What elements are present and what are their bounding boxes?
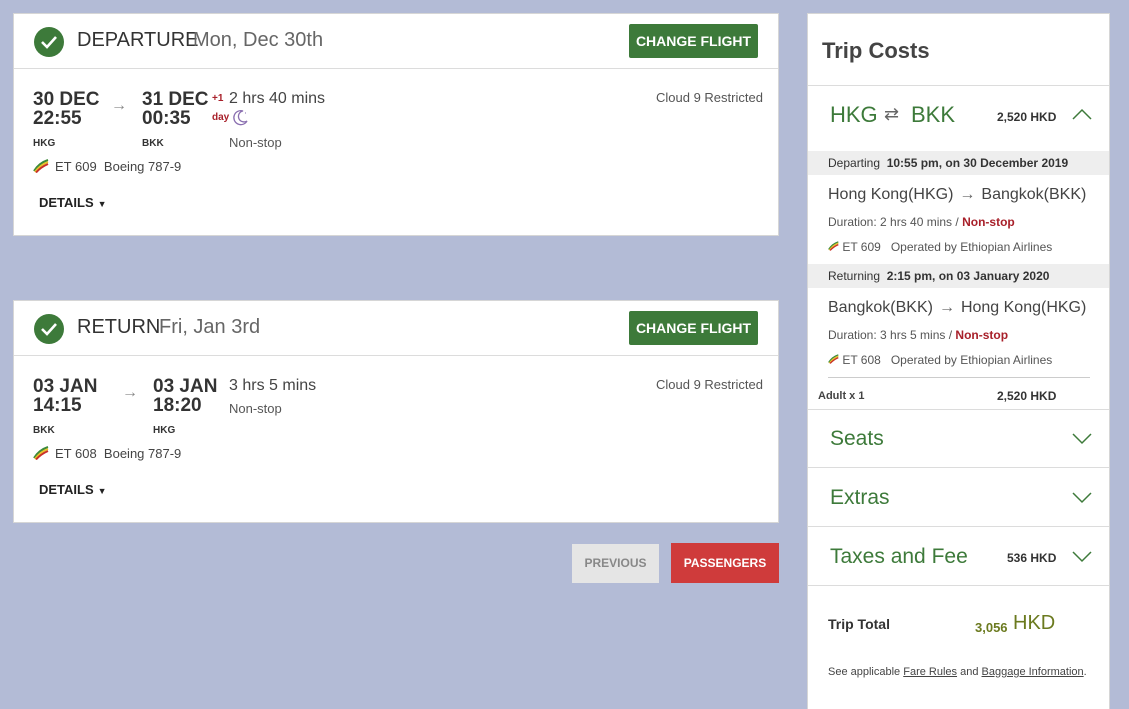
- returning-when: 2:15 pm, on 03 January 2020: [886, 269, 1050, 283]
- trip-total-label: Trip Total: [828, 616, 890, 632]
- divider: [808, 85, 1109, 86]
- outbound-leg: Hong Kong(HKG) → Bangkok(BKK): [828, 186, 1086, 204]
- adult-amount: 2,520 HKD: [997, 389, 1057, 403]
- return-dep-time: 14:15: [33, 395, 82, 416]
- outbound-stops: Non-stop: [962, 215, 1015, 229]
- departure-date: Mon, Dec 30th: [193, 29, 324, 51]
- return-arr-code: HKG: [153, 425, 176, 436]
- departure-dep-time: 22:55: [33, 108, 82, 129]
- trip-costs-panel: Trip Costs HKG ⇄ BKK 2,520 HKD Departing…: [807, 13, 1110, 709]
- route-amount: 2,520 HKD: [997, 110, 1057, 124]
- departing-label: Departing: [828, 156, 881, 170]
- divider: [808, 526, 1109, 527]
- adult-label: Adult x 1: [818, 390, 865, 402]
- arrow-right-icon: →: [111, 97, 127, 114]
- departure-flight-info: ET 609 Boeing 787-9: [33, 159, 181, 176]
- return-fare-class: Cloud 9 Restricted: [656, 377, 763, 392]
- trip-costs-title: Trip Costs: [822, 38, 930, 63]
- plus-day-number: +1: [212, 93, 224, 104]
- moon-icon: [232, 108, 250, 131]
- route-from: HKG: [830, 102, 878, 127]
- plus-day-label: day: [212, 112, 230, 123]
- divider: [828, 377, 1090, 378]
- departure-aircraft: Boeing 787-9: [103, 159, 182, 174]
- return-leg: Bangkok(BKK) → Hong Kong(HKG): [828, 299, 1086, 317]
- return-label: RETURN: [77, 316, 161, 338]
- return-flight-info: ET 608 Boeing 787-9: [33, 446, 181, 463]
- departing-band: Departing 10:55 pm, on 30 December 2019: [808, 151, 1109, 175]
- ret-from: Bangkok(BKK): [828, 299, 933, 316]
- departing-when: 10:55 pm, on 30 December 2019: [886, 156, 1069, 170]
- divider: [808, 409, 1109, 410]
- divider: [808, 585, 1109, 586]
- return-leg-flight: ET 608 Operated by Ethiopian Airlines: [828, 353, 1052, 367]
- caret-down-icon: ▼: [97, 199, 107, 209]
- fare-rules-link[interactable]: Fare Rules: [903, 666, 957, 678]
- return-arr-date: 03 JAN: [153, 376, 218, 397]
- departure-duration: 2 hrs 40 mins: [229, 90, 326, 107]
- previous-button[interactable]: PREVIOUS: [572, 544, 659, 583]
- chevron-up-icon: [1072, 108, 1092, 120]
- departure-arr-time: 00:35: [142, 108, 191, 129]
- return-header: RETURN Fri, Jan 3rd CHANGE FLIGHT: [14, 301, 778, 356]
- return-dep-code: BKK: [33, 425, 55, 436]
- outbound-flight: ET 609 Operated by Ethiopian Airlines: [828, 240, 1052, 254]
- route-to: BKK: [911, 102, 956, 127]
- departure-fare-class: Cloud 9 Restricted: [656, 90, 763, 105]
- airline-logo-icon: [33, 446, 49, 463]
- departure-header: DEPARTURE Mon, Dec 30th CHANGE FLIGHT: [14, 14, 778, 69]
- return-flight-number: ET 608: [55, 446, 97, 461]
- returning-label: Returning: [828, 269, 881, 283]
- change-departure-flight-button[interactable]: CHANGE FLIGHT: [629, 24, 758, 58]
- departure-dep-code: HKG: [33, 138, 56, 149]
- arrow-right-icon: →: [938, 299, 955, 316]
- seats-label: Seats: [830, 427, 884, 450]
- departure-arr-date: 31 DEC: [142, 89, 209, 110]
- chevron-down-icon: [1072, 492, 1092, 504]
- departure-details-toggle[interactable]: DETAILS ▼: [39, 195, 107, 210]
- outbound-duration: Duration: 2 hrs 40 mins / Non-stop: [828, 215, 1015, 229]
- divider: [808, 467, 1109, 468]
- caret-down-icon: ▼: [97, 486, 107, 496]
- departure-dep-date: 30 DEC: [33, 89, 100, 110]
- return-stops: Non-stop: [229, 401, 282, 416]
- return-aircraft: Boeing 787-9: [103, 446, 182, 461]
- return-dep-date: 03 JAN: [33, 376, 98, 397]
- airline-logo-icon: [33, 159, 49, 176]
- chevron-down-icon: [1072, 433, 1092, 445]
- out-from: Hong Kong(HKG): [828, 186, 954, 203]
- swap-icon: ⇄: [884, 104, 900, 124]
- change-return-flight-button[interactable]: CHANGE FLIGHT: [629, 311, 758, 345]
- departure-flight-number: ET 609: [55, 159, 97, 174]
- return-details-toggle[interactable]: DETAILS ▼: [39, 482, 107, 497]
- departure-label: DEPARTURE: [77, 29, 199, 51]
- departure-card: DEPARTURE Mon, Dec 30th CHANGE FLIGHT 30…: [13, 13, 779, 236]
- return-leg-stops: Non-stop: [955, 328, 1009, 342]
- trip-total-currency: HKD: [1013, 612, 1056, 634]
- return-arr-time: 18:20: [153, 395, 202, 416]
- airline-logo-icon: [828, 241, 839, 251]
- passengers-button[interactable]: PASSENGERS: [671, 543, 779, 583]
- return-date: Fri, Jan 3rd: [159, 316, 261, 338]
- taxes-amount: 536 HKD: [1007, 551, 1057, 565]
- departure-stops: Non-stop: [229, 135, 282, 150]
- returning-band: Returning 2:15 pm, on 03 January 2020: [808, 264, 1109, 288]
- out-to: Bangkok(BKK): [981, 186, 1087, 203]
- arrow-right-icon: →: [122, 384, 138, 401]
- airline-logo-icon: [828, 354, 839, 364]
- baggage-info-link[interactable]: Baggage Information: [982, 666, 1084, 678]
- departure-arr-code: BKK: [142, 138, 164, 149]
- arrow-right-icon: →: [959, 186, 976, 203]
- return-duration: 3 hrs 5 mins: [229, 377, 317, 394]
- taxes-label: Taxes and Fee: [830, 545, 968, 568]
- fare-rules-note: See applicable Fare Rules and Baggage In…: [828, 666, 1087, 678]
- return-leg-duration: Duration: 3 hrs 5 mins / Non-stop: [828, 328, 1009, 342]
- check-icon: [34, 314, 64, 344]
- return-card: RETURN Fri, Jan 3rd CHANGE FLIGHT 03 JAN…: [13, 300, 779, 523]
- chevron-down-icon: [1072, 551, 1092, 563]
- extras-label: Extras: [830, 486, 890, 509]
- check-icon: [34, 27, 64, 57]
- trip-total-value: 3,056: [975, 620, 1008, 635]
- ret-to: Hong Kong(HKG): [960, 299, 1087, 316]
